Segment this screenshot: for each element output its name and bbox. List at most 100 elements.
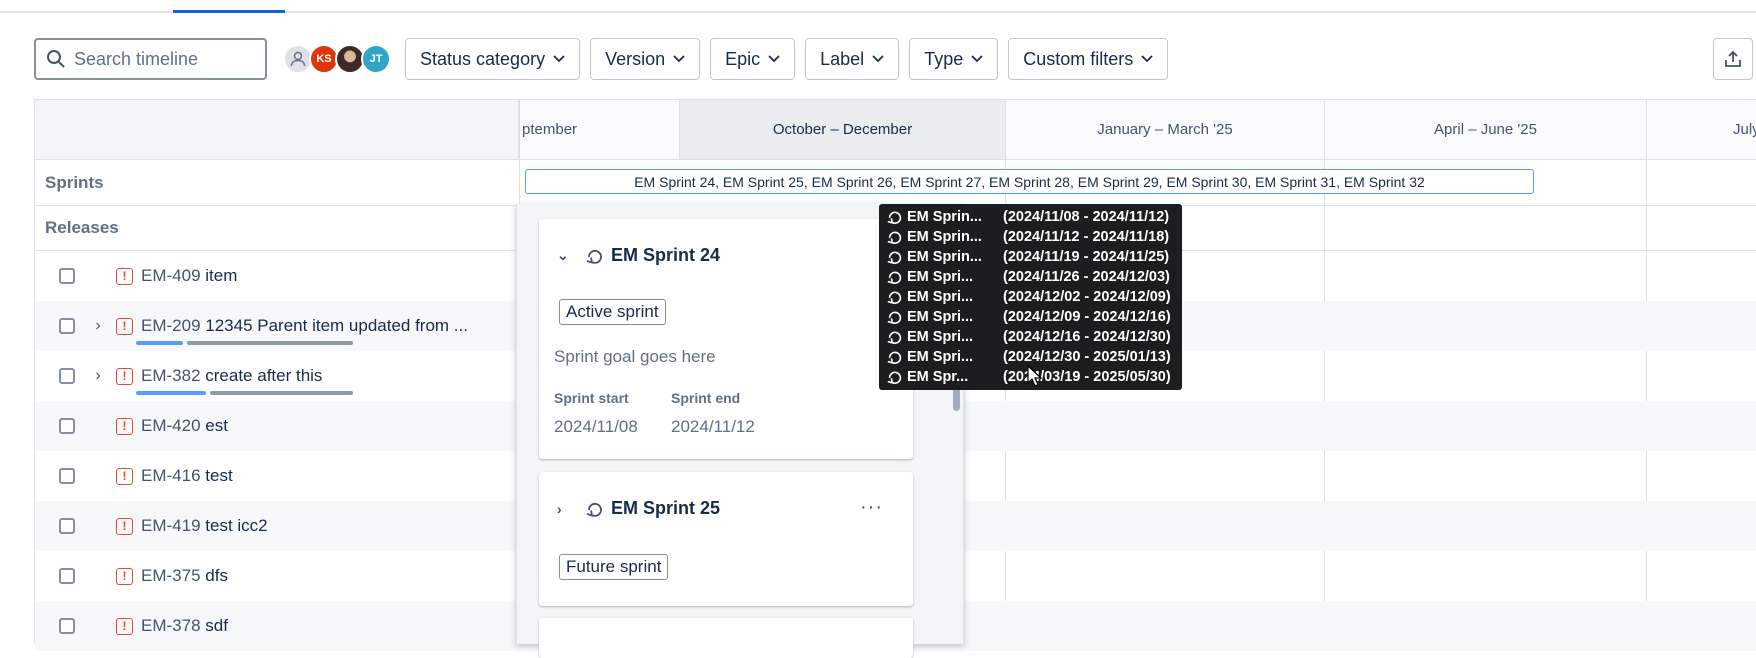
search-box[interactable]: [34, 38, 267, 80]
tooltip-sprint-row: EM Sprin... (2024/11/19 - 2024/11/25): [886, 247, 1175, 267]
sprint-cycle-icon: [887, 331, 902, 345]
filter-custom[interactable]: Custom filters: [1008, 38, 1169, 80]
filter-status-category[interactable]: Status category: [405, 38, 581, 80]
person-icon: [290, 51, 306, 67]
sprint-card-26[interactable]: [539, 618, 913, 658]
sprint-card-header[interactable]: ⌄ EM Sprint 24: [557, 245, 720, 266]
issue-title[interactable]: EM-375 dfs: [141, 566, 228, 586]
issue-title[interactable]: EM-209 12345 Parent item updated from ..…: [141, 316, 468, 336]
tooltip-sprint-range: (2024/12/30 - 2025/01/13): [1003, 349, 1171, 365]
sprint-cycle-icon: [887, 351, 902, 365]
sprint-name: EM Sprint 25: [611, 498, 721, 518]
tooltip-sprint-range: (2024/11/12 - 2024/11/18): [1003, 229, 1170, 245]
sprint-start-date: 2024/11/08: [554, 417, 638, 436]
issue-title[interactable]: EM-409 item: [141, 266, 237, 286]
sprint-cycle-icon: [586, 249, 602, 264]
sprint-card-24[interactable]: ⌄ EM Sprint 24 Active sprint Sprint goal…: [539, 219, 913, 459]
tooltip-sprint-name: EM Spri...: [907, 329, 974, 345]
issue-title[interactable]: EM-420 est: [141, 416, 228, 436]
row-checkbox[interactable]: [59, 418, 75, 434]
bug-type-icon: !: [116, 517, 133, 535]
bug-type-icon: !: [116, 267, 133, 285]
issue-title[interactable]: EM-382 create after this: [141, 366, 322, 386]
row-checkbox[interactable]: [59, 518, 75, 534]
sprint-goal: Sprint goal goes here: [554, 347, 716, 366]
column-label: January – March '25: [1097, 121, 1233, 138]
tooltip-sprint-row: EM Sprin... (2024/11/08 - 2024/11/12): [886, 207, 1175, 227]
tooltip-sprint-name: EM Spri...: [907, 269, 974, 285]
sprint-cycle-icon: [887, 231, 902, 245]
row-checkbox[interactable]: [59, 368, 75, 384]
row-checkbox[interactable]: [59, 268, 75, 284]
tooltip-sprint-range: (2024/12/16 - 2024/12/30): [1003, 329, 1171, 345]
filter-version[interactable]: Version: [590, 38, 701, 80]
chevron-right-icon[interactable]: ›: [91, 317, 105, 335]
sprints-label: Sprints: [45, 173, 104, 192]
column-july: July: [1646, 100, 1756, 160]
releases-label: Releases: [45, 218, 119, 237]
filter-toolbar: KS JT Status category Version Epic Label…: [34, 38, 1178, 80]
sprint-start-label: Sprint start: [554, 390, 629, 406]
export-icon: [1725, 50, 1741, 67]
sprint-card-header[interactable]: › EM Sprint 25: [557, 498, 720, 519]
sprint-cycle-icon: [586, 502, 602, 517]
tooltip-sprint-row: EM Spri... (2024/12/16 - 2024/12/30): [886, 327, 1175, 347]
sprint-cycle-icon: [887, 211, 902, 225]
search-input[interactable]: [74, 48, 254, 70]
filter-epic[interactable]: Epic: [710, 38, 796, 80]
filter-label[interactable]: Label: [805, 38, 900, 80]
more-actions-button[interactable]: ···: [860, 496, 883, 519]
tooltip-sprint-range: (2024/11/19 - 2024/11/25): [1003, 249, 1170, 265]
chevron-down-icon: [768, 55, 780, 63]
tooltip-sprint-name: EM Spri...: [907, 309, 974, 325]
list-header: [35, 100, 519, 160]
tooltip-sprint-name: EM Spri...: [907, 289, 974, 305]
sprints-bar-label: EM Sprint 24, EM Sprint 25, EM Sprint 26…: [634, 173, 1425, 190]
chevron-down-icon: [971, 55, 983, 63]
export-button[interactable]: [1713, 38, 1753, 80]
sprints-bar[interactable]: EM Sprint 24, EM Sprint 25, EM Sprint 26…: [525, 169, 1534, 194]
filter-label: Custom filters: [1023, 48, 1134, 69]
sprint-end-date: 2024/11/12: [671, 417, 755, 436]
tooltip-sprint-name: EM Sprin...: [907, 229, 982, 245]
tooltip-sprint-name: EM Spri...: [907, 349, 974, 365]
chevron-right-icon[interactable]: ›: [91, 367, 105, 385]
row-checkbox[interactable]: [59, 318, 75, 334]
assignee-avatars: KS JT: [283, 44, 391, 74]
column-jan-mar: January – March '25: [1005, 100, 1324, 160]
progress-done: [136, 391, 206, 395]
row-checkbox[interactable]: [59, 568, 75, 584]
issue-title[interactable]: EM-419 test icc2: [141, 516, 268, 536]
tooltip-sprint-range: (2024/11/26 - 2024/12/03): [1003, 269, 1170, 285]
sprint-list-tooltip: EM Sprin... (2024/11/08 - 2024/11/12) EM S…: [879, 204, 1182, 390]
filter-label-text: Label: [820, 48, 865, 69]
row-checkbox[interactable]: [59, 468, 75, 484]
top-tab-underline: [0, 0, 1756, 13]
issue-title[interactable]: EM-378 sdf: [141, 616, 228, 636]
bug-type-icon: !: [116, 467, 133, 485]
tooltip-sprint-name: EM Sprin...: [907, 249, 982, 265]
bug-type-icon: !: [116, 317, 133, 335]
sprint-cycle-icon: [887, 291, 902, 305]
column-label: April – June '25: [1434, 121, 1537, 138]
sprint-cycle-icon: [887, 271, 902, 285]
filter-label: Type: [924, 48, 964, 69]
filter-type[interactable]: Type: [909, 38, 999, 80]
issue-title[interactable]: EM-416 test: [141, 466, 233, 486]
row-checkbox[interactable]: [59, 618, 75, 634]
filter-label: Status category: [420, 48, 546, 69]
column-label: ptember: [522, 121, 578, 138]
sprint-card-25[interactable]: › EM Sprint 25 ··· Future sprint: [539, 472, 913, 606]
column-september: ptember: [519, 100, 679, 160]
tooltip-sprint-row: EM Spri... (2024/12/30 - 2025/01/13): [886, 347, 1175, 367]
chevron-right-icon[interactable]: ›: [557, 501, 571, 517]
progress-remaining: [187, 341, 353, 345]
column-apr-jun: April – June '25: [1324, 100, 1646, 160]
tooltip-sprint-row: EM Spri... (2024/11/26 - 2024/12/03): [886, 267, 1175, 287]
avatar-jt[interactable]: JT: [361, 44, 391, 74]
sprint-status-lozenge: Active sprint: [559, 299, 666, 325]
search-icon: [47, 50, 65, 68]
chevron-down-icon[interactable]: ⌄: [557, 247, 571, 264]
sprint-cycle-icon: [887, 371, 902, 385]
tooltip-sprint-row: EM Spri... (2024/12/09 - 2024/12/16): [886, 307, 1175, 327]
